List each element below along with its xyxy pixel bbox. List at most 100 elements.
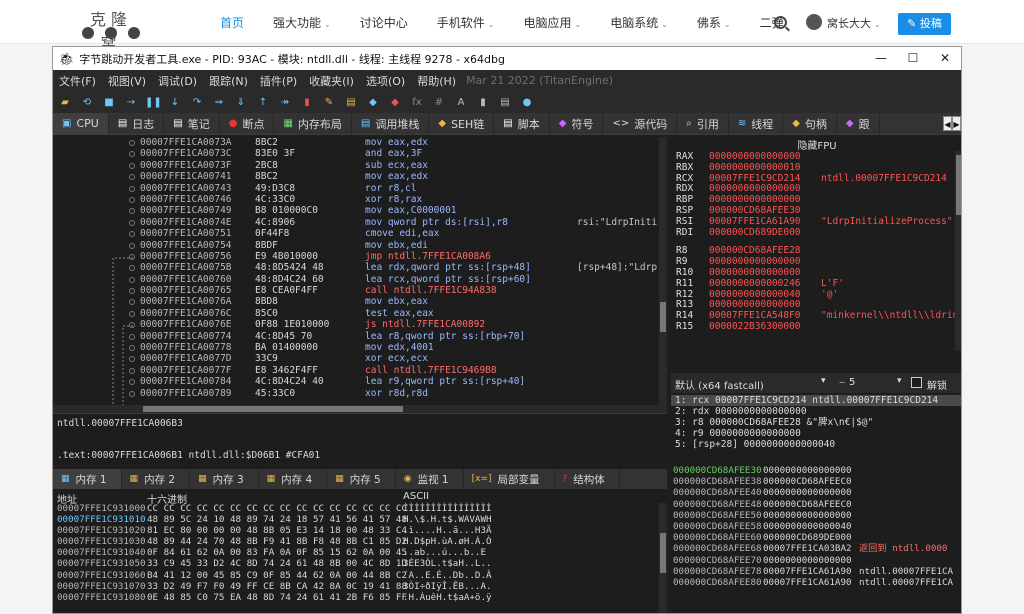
breakpoint-dot[interactable] [129,231,135,238]
disasm-row[interactable]: 00007FFE1CA00749 B8 010000C0 mov eax,C0000… [129,205,663,216]
breakpoint-dot[interactable] [129,345,135,352]
disasm-row[interactable]: 00007FFE1CA00760 48:8D4C24 60 lea rcx,qwor… [129,274,663,285]
dump-row[interactable]: 00007FFE1C931020 81 EC 80 00 00 00 48 8B … [53,525,667,536]
register-value[interactable]: 000000CD689DE000 [709,227,801,239]
toolbar-icon[interactable]: ❚❚ [145,97,162,108]
register-row[interactable]: R15 0000022B36300000 [671,321,961,333]
tab-8[interactable]: ◆ 符号 [550,113,604,134]
breakpoint-dot[interactable] [129,310,135,317]
disasm-row[interactable]: 00007FFE1CA00756 E9 4B010000 jmp ntdll.7FF… [129,251,663,262]
stack-row[interactable]: 000000CD68AFEE80 00007FFE1CA61A90 ntdll.00… [671,577,961,588]
dump-row[interactable]: 00007FFE1C931000 CC CC CC CC CC CC CC CC … [53,503,667,514]
disasm-row[interactable]: 00007FFE1CA0073F 2BC8 sub ecx,eax [129,160,663,171]
menu-item[interactable]: 选项(O) [366,73,405,89]
toolbar-icon[interactable]: fx [409,97,425,108]
disasm-row[interactable]: 00007FFE1CA0073A 8BC2 mov eax,edx [129,137,663,148]
breakpoint-dot[interactable] [129,185,135,192]
breakpoint-dot[interactable] [129,151,135,158]
menu-item[interactable]: 文件(F) [59,73,96,89]
disasm-row[interactable]: 00007FFE1CA00754 8BDF mov ebx,edi [129,240,663,251]
avatar[interactable] [806,14,822,30]
tab-6[interactable]: ◆ SEH链 [429,113,495,134]
tab-13[interactable]: ◆ 跟 [837,113,880,134]
tab-7[interactable]: ▤ 脚本 [494,113,550,134]
minimize-button[interactable]: — [865,47,897,70]
toolbar-icon[interactable]: → [123,97,139,108]
tab-scroll-right[interactable]: ▶ [952,116,961,131]
menu-item[interactable]: 插件(P) [260,73,297,89]
toolbar-icon[interactable]: ▰ [57,97,73,108]
breakpoint-dot[interactable] [129,162,135,169]
dump-tab-0[interactable]: ▦ 内存 1 [53,469,122,489]
toolbar-icon[interactable]: ◆ [387,97,403,108]
breakpoint-dot[interactable] [129,208,135,215]
stack-row[interactable]: 000000CD68AFEE68 00007FFE1CA03BA2 返回到 ntdl… [671,543,961,554]
stack-row[interactable]: 000000CD68AFEE30 0000000000000000 [671,465,961,476]
memory-dump-pane[interactable]: 地址 十六进制 ASCII 00007FFE1C931000 CC CC CC C… [53,489,667,613]
arg-count-value[interactable]: 5 [849,377,855,388]
stack-arg-row[interactable]: 3: r8 000000CD68AFEE28 &"脾x\n€|$@" [671,417,961,428]
tab-5[interactable]: ▤ 调用堆栈 [352,113,430,134]
disasm-row[interactable]: 00007FFE1CA00746 4C:33C0 xor r8,rax [129,194,663,205]
breakpoint-dot[interactable] [129,174,135,181]
stack-row[interactable]: 000000CD68AFEE60 000000CD689DE000 [671,532,961,543]
toolbar-icon[interactable]: ↑ [255,97,271,108]
dump-row[interactable]: 00007FFE1C931070 33 D2 49 F7 F0 49 FF CE … [53,581,667,592]
tab-9[interactable]: <> 源代码 [603,113,678,134]
register-row[interactable]: RDI 000000CD689DE000 [671,227,961,239]
disasm-row[interactable]: 00007FFE1CA0076A 8BD8 mov ebx,eax [129,296,663,307]
disasm-row[interactable]: 00007FFE1CA00751 0F44F8 cmove edi,eax [129,228,663,239]
breakpoint-dot[interactable] [129,219,135,226]
register-value[interactable]: 00007FFE1CA61A90 [709,216,801,228]
register-value[interactable]: 0000022B36300000 [709,321,801,333]
breakpoint-dot[interactable] [129,253,135,260]
calling-convention-select[interactable]: 默认 (x64 fastcall) [675,377,764,392]
nav-item[interactable]: 电脑应用 ⌄ [523,14,581,31]
chevron-down-icon[interactable]: ▾ [897,376,902,386]
stack-row[interactable]: 000000CD68AFEE50 0000000000000000 [671,510,961,521]
breakpoint-dot[interactable] [129,242,135,249]
window-titlebar[interactable]: 🐞︎ 字节跳动开发者工具.exe - PID: 93AC - 模块: ntdll… [53,47,961,70]
dump-row[interactable]: 00007FFE1C931050 33 C9 45 33 D2 4C 8D 74 … [53,558,667,569]
toolbar-icon[interactable]: ▤ [343,97,359,108]
dump-tab-6[interactable]: [x=] 局部变量 [464,469,555,489]
disassembly-vscrollbar[interactable] [659,137,667,413]
post-button[interactable]: ✎ 投稿 [898,13,951,35]
menu-item[interactable]: 调试(D) [158,73,197,89]
toolbar-icon[interactable]: A [453,97,469,108]
toolbar-icon[interactable]: ▤ [497,97,513,108]
disasm-row[interactable]: 00007FFE1CA00765 E8 CEA0F4FF call ntdll.7F… [129,285,663,296]
dump-tab-5[interactable]: ◉ 监视 1 [396,469,464,489]
dump-row[interactable]: 00007FFE1C931080 0E 48 85 C0 75 EA 48 8D … [53,592,667,603]
site-logo[interactable]: 克隆窝 [80,6,142,53]
breakpoint-dot[interactable] [129,333,135,340]
dump-row[interactable]: 00007FFE1C931060 B4 41 12 00 45 85 C9 0F … [53,570,667,581]
disassembly-hscrollbar[interactable] [53,405,659,413]
breakpoint-dot[interactable] [129,288,135,295]
disasm-row[interactable]: 00007FFE1CA00774 4C:8D45 70 lea r8,qword p… [129,331,663,342]
chevron-down-icon[interactable]: ▾ [821,376,826,386]
disasm-row[interactable]: 00007FFE1CA0077F E8 3462F4FF call ntdll.7F… [129,365,663,376]
breakpoint-dot[interactable] [129,322,135,329]
register-value[interactable]: 0000000000000010 [709,162,801,174]
disasm-row[interactable]: 00007FFE1CA0076E 0F88 1E010000 js ntdll.7F… [129,319,663,330]
disasm-row[interactable]: 00007FFE1CA00778 BA 01400000 mov edx,4001 [129,342,663,353]
tab-4[interactable]: ▦ 内存布局 [274,113,352,134]
dump-tab-4[interactable]: ▦ 内存 5 [327,469,396,489]
toolbar-icon[interactable]: ⟲ [79,97,95,108]
toolbar-icon[interactable]: ↠ [277,97,293,108]
registers-scrollbar[interactable] [955,151,961,351]
stack-arg-row[interactable]: 1: rcx 00007FFE1C9CD214 ntdll.00007FFE1C… [671,395,961,406]
disasm-row[interactable]: 00007FFE1CA0075B 48:8D5424 48 lea rdx,qwor… [129,262,663,273]
stack-arg-row[interactable]: 5: [rsp+28] 0000000000000040 [671,439,961,450]
toolbar-icon[interactable]: ↷ [189,97,205,108]
tab-10[interactable]: ⌕ 引用 [677,113,729,134]
tab-12[interactable]: ◆ 句柄 [783,113,837,134]
toolbar-icon[interactable]: ⇒ [211,97,227,108]
user-name[interactable]: 窝长大大 ⌄ [827,15,881,31]
register-row[interactable]: RSI 00007FFE1CA61A90 "LdrpInitializeProces… [671,216,961,228]
stack-pane[interactable]: 000000CD68AFEE30 0000000000000000 000000CD… [671,465,961,613]
breakpoint-dot[interactable] [129,356,135,363]
tab-0[interactable]: ▣ CPU [53,113,109,134]
toolbar-icon[interactable]: ✎ [321,97,337,108]
